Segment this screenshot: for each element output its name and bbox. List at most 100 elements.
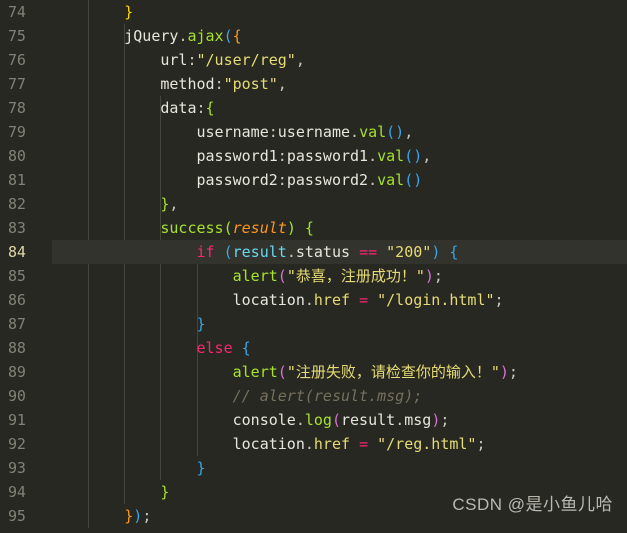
code-token: ) (133, 507, 143, 525)
code-token: { (449, 243, 459, 261)
code-token: , (169, 195, 179, 213)
line-number-75[interactable]: 75 (0, 24, 52, 48)
code-token: location (52, 291, 305, 309)
code-token: val (377, 147, 405, 165)
code-line-88[interactable]: else { (52, 336, 627, 360)
line-number-88[interactable]: 88 (0, 336, 52, 360)
code-token: ; (142, 507, 152, 525)
line-number-text: 95 (8, 507, 26, 525)
code-line-93[interactable]: } (52, 456, 627, 480)
code-token: "注册失败，请检查你的输入！" (286, 363, 500, 381)
code-token: . (395, 411, 405, 429)
code-token: method (52, 75, 215, 93)
line-number-text: 84 (8, 243, 26, 261)
line-number-95[interactable]: 95 (0, 504, 52, 528)
line-number-84[interactable]: 84 (0, 240, 52, 264)
line-number-85[interactable]: 85 (0, 264, 52, 288)
line-number-89[interactable]: 89 (0, 360, 52, 384)
line-number-text: 75 (8, 27, 26, 45)
line-number-gutter[interactable]: 74 75 76 77 78 79 80 81 82 83 84 85 86 87 88 89 90 91 92 93… (0, 0, 52, 533)
code-token: username (277, 123, 351, 141)
code-token: log (304, 411, 332, 429)
code-line-75[interactable]: jQuery.ajax({ (52, 24, 627, 48)
code-line-91[interactable]: console.log(result.msg); (52, 408, 627, 432)
code-token: , (422, 147, 432, 165)
code-token: } (52, 3, 134, 21)
line-number-90[interactable]: 90 (0, 384, 52, 408)
code-token: : (277, 147, 287, 165)
line-number-96[interactable]: 96 (0, 528, 52, 533)
code-token: ( (223, 27, 233, 45)
line-number-text: 92 (8, 435, 26, 453)
line-number-81[interactable]: 81 (0, 168, 52, 192)
code-token: ) (431, 243, 441, 261)
line-number-92[interactable]: 92 (0, 432, 52, 456)
code-token: username (52, 123, 269, 141)
code-line-87[interactable]: } (52, 312, 627, 336)
line-number-82[interactable]: 82 (0, 192, 52, 216)
code-line-86[interactable]: location.href = "/login.html"; (52, 288, 627, 312)
line-number-80[interactable]: 80 (0, 144, 52, 168)
line-number-76[interactable]: 76 (0, 48, 52, 72)
code-line-76[interactable]: url:"/user/reg", (52, 48, 627, 72)
code-line-82[interactable]: }, (52, 192, 627, 216)
code-token: ( (331, 411, 341, 429)
code-token: success (52, 219, 224, 237)
code-line-81[interactable]: password2:password2.val() (52, 168, 627, 192)
code-token: . (368, 171, 378, 189)
line-number-83[interactable]: 83 (0, 216, 52, 240)
code-content[interactable]: } jQuery.ajax({ url:"/user/reg", method:… (52, 0, 627, 533)
line-number-text: 87 (8, 315, 26, 333)
code-token: , (404, 123, 414, 141)
code-token: == (359, 243, 378, 261)
line-number-86[interactable]: 86 (0, 288, 52, 312)
code-line-74[interactable]: } (52, 0, 627, 24)
code-line-96[interactable]: } (52, 528, 627, 533)
code-line-89[interactable]: alert("注册失败，请检查你的输入！"); (52, 360, 627, 384)
line-number-94[interactable]: 94 (0, 480, 52, 504)
code-token: href (313, 435, 351, 453)
code-line-85[interactable]: alert("恭喜，注册成功！"); (52, 264, 627, 288)
code-line-84[interactable]: if (result.status == "200") { (52, 240, 627, 264)
code-line-92[interactable]: location.href = "/reg.html"; (52, 432, 627, 456)
code-token: , (277, 75, 287, 93)
csdn-watermark: CSDN @是小鱼儿哈 (452, 495, 613, 514)
code-token: () (404, 147, 423, 165)
code-token: url (52, 51, 188, 69)
line-number-74[interactable]: 74 (0, 0, 52, 24)
code-token: val (359, 123, 387, 141)
line-number-text: 79 (8, 123, 26, 141)
code-line-83[interactable]: success(result) { (52, 216, 627, 240)
code-token: = (359, 291, 369, 309)
code-token: , (295, 51, 305, 69)
code-line-90[interactable]: // alert(result.msg); (52, 384, 627, 408)
line-number-87[interactable]: 87 (0, 312, 52, 336)
code-token: : (196, 99, 206, 117)
code-editor[interactable]: 74 75 76 77 78 79 80 81 82 83 84 85 86 87 88 89 90 91 92 93… (0, 0, 627, 533)
line-number-text: 91 (8, 411, 26, 429)
line-number-77[interactable]: 77 (0, 72, 52, 96)
code-token: ) (286, 219, 296, 237)
line-number-91[interactable]: 91 (0, 408, 52, 432)
code-line-77[interactable]: method:"post", (52, 72, 627, 96)
line-number-text: 82 (8, 195, 26, 213)
line-number-78[interactable]: 78 (0, 96, 52, 120)
code-token: result (341, 411, 396, 429)
code-token: ) (431, 411, 441, 429)
line-number-93[interactable]: 93 (0, 456, 52, 480)
line-number-text: 89 (8, 363, 26, 381)
code-line-78[interactable]: data:{ (52, 96, 627, 120)
code-token: password1 (286, 147, 369, 165)
code-token: } (52, 483, 170, 501)
line-number-79[interactable]: 79 (0, 120, 52, 144)
line-number-text: 86 (8, 291, 26, 309)
code-line-79[interactable]: username:username.val(), (52, 120, 627, 144)
code-line-80[interactable]: password1:password1.val(), (52, 144, 627, 168)
code-token: jQuery (52, 27, 179, 45)
line-number-text: 77 (8, 75, 26, 93)
